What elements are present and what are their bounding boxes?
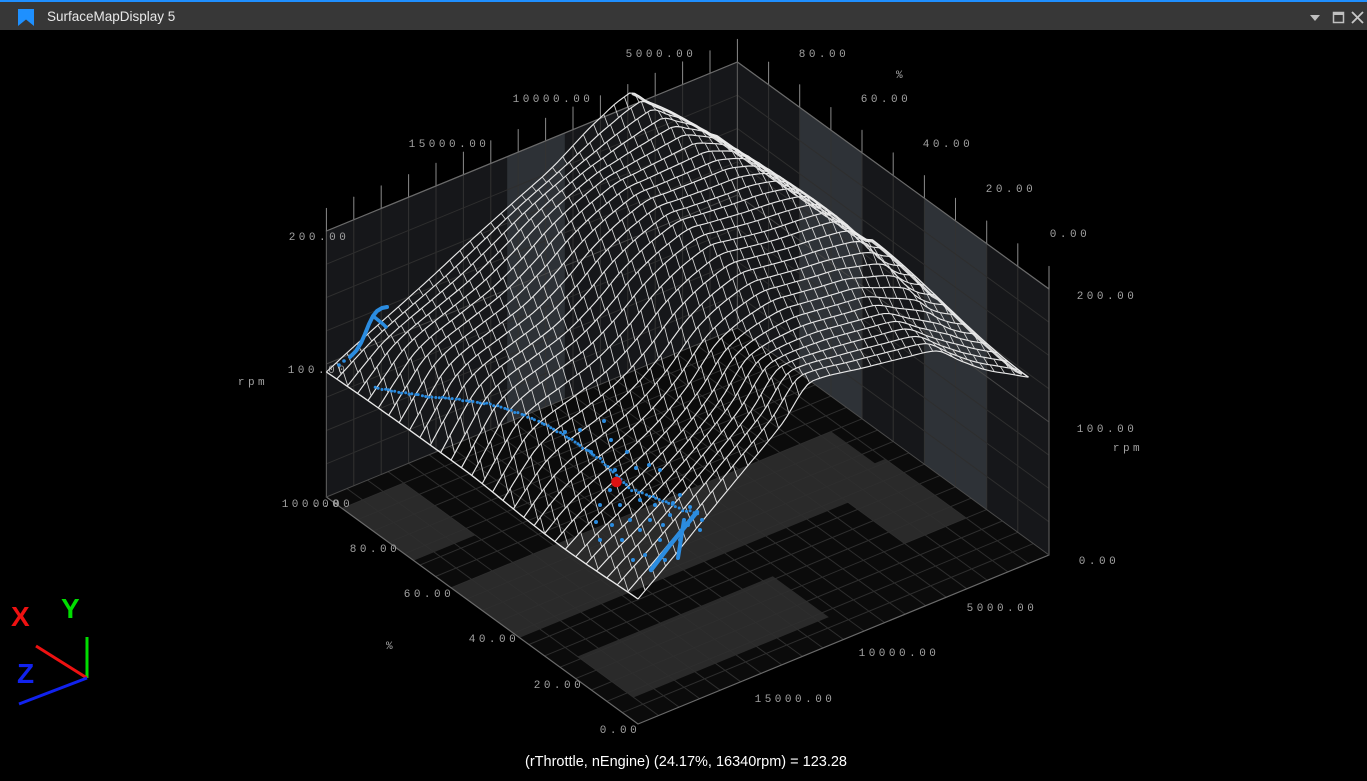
svg-text:15000.00: 15000.00 [755,694,836,706]
svg-text:10000.00: 10000.00 [859,648,940,660]
svg-text:0.00: 0.00 [600,725,640,737]
svg-text:rpm: rpm [1113,443,1143,455]
svg-text:0.00: 0.00 [1079,556,1119,568]
svg-text:200.00: 200.00 [1077,291,1138,303]
svg-text:5000.00: 5000.00 [967,603,1038,615]
svg-text:0.00: 0.00 [1050,229,1090,241]
svg-text:5000.00: 5000.00 [626,49,697,61]
svg-text:100.00: 100.00 [288,365,349,377]
svg-text:20.00: 20.00 [986,184,1037,196]
svg-text:0.00: 0.00 [313,499,353,511]
svg-text:100.00: 100.00 [1077,424,1138,436]
svg-text:Y: Y [61,593,80,624]
svg-text:15000.00: 15000.00 [409,139,490,151]
svg-text:40.00: 40.00 [469,634,520,646]
svg-text:20.00: 20.00 [534,680,585,692]
svg-text:%: % [896,70,906,82]
svg-text:(rThrottle, nEngine) (24.17%,: (rThrottle, nEngine) (24.17%, 16340rpm) … [525,754,847,770]
svg-text:40.00: 40.00 [923,139,974,151]
svg-text:Z: Z [17,658,34,689]
svg-text:80.00: 80.00 [350,544,401,556]
svg-text:%: % [386,641,396,653]
svg-text:60.00: 60.00 [404,589,455,601]
svg-text:10000.00: 10000.00 [513,94,594,106]
svg-text:80.00: 80.00 [799,49,850,61]
svg-text:60.00: 60.00 [861,94,912,106]
svg-text:rpm: rpm [238,377,268,389]
svg-text:X: X [11,601,30,632]
svg-text:200.00: 200.00 [289,232,350,244]
